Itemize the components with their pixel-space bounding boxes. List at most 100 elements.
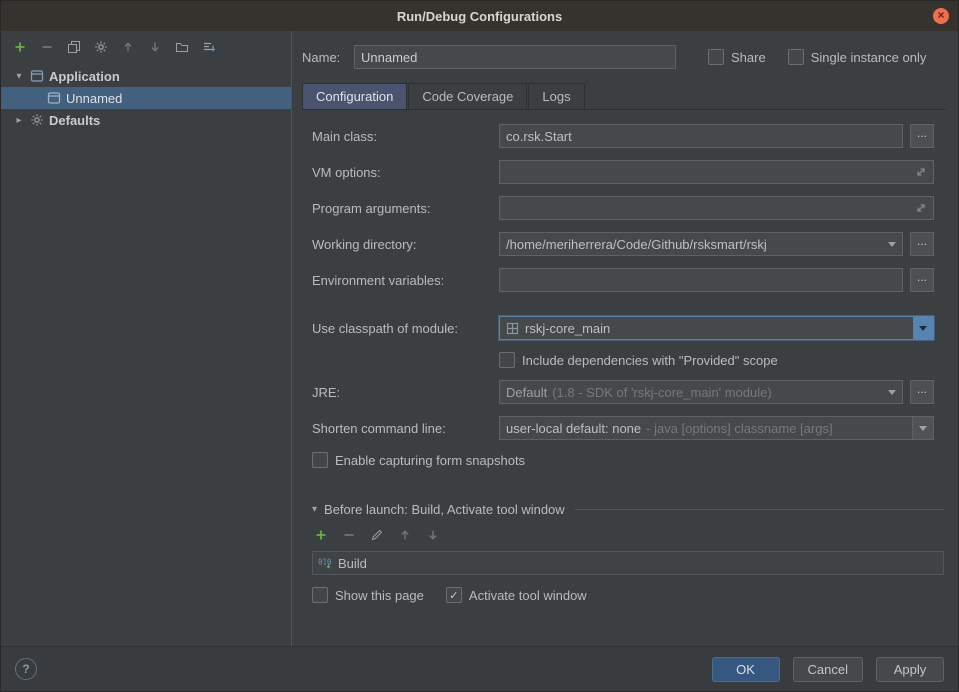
tree-item-defaults[interactable]: ▸ Defaults	[1, 109, 291, 131]
working-directory-label: Working directory:	[312, 237, 492, 252]
jre-browse-button[interactable]: ...	[910, 380, 934, 404]
separator-line	[575, 509, 944, 510]
move-task-up-button[interactable]	[396, 526, 414, 544]
close-button[interactable]: ×	[933, 8, 949, 24]
expand-field-button[interactable]	[915, 166, 927, 178]
tab-configuration[interactable]: Configuration	[302, 83, 407, 109]
main-class-value: co.rsk.Start	[506, 129, 896, 144]
remove-task-button[interactable]	[340, 526, 358, 544]
environment-variables-browse-button[interactable]: ...	[910, 268, 934, 292]
jre-combobox[interactable]: Default (1.8 - SDK of 'rskj-core_main' m…	[499, 380, 903, 404]
working-directory-value: /home/meriherrera/Code/Github/rsksmart/r…	[506, 237, 882, 252]
tree-item-unnamed[interactable]: Unnamed	[1, 87, 291, 109]
minus-icon	[40, 40, 54, 54]
run-debug-configurations-dialog: Run/Debug Configurations ×	[0, 0, 959, 692]
shorten-command-line-hint: - java [options] classname [args]	[646, 421, 912, 436]
folder-icon	[175, 40, 189, 54]
capture-snapshots-checkbox[interactable]	[312, 452, 328, 468]
single-instance-checkbox[interactable]	[788, 49, 804, 65]
application-icon	[47, 91, 61, 105]
configurations-tree: ▾ Application Unnamed ▸ Defaults	[1, 63, 291, 131]
shorten-command-line-combobox[interactable]: user-local default: none - java [options…	[499, 416, 934, 440]
minus-icon	[342, 528, 356, 542]
shorten-command-line-label: Shorten command line:	[312, 421, 492, 436]
sort-configurations-button[interactable]	[200, 38, 218, 56]
environment-variables-field[interactable]	[499, 268, 903, 292]
configuration-editor: Name: Share Single instance only Configu…	[292, 31, 958, 646]
include-provided-checkbox-group[interactable]: Include dependencies with "Provided" sco…	[499, 352, 934, 368]
share-label: Share	[731, 50, 766, 65]
tree-item-application[interactable]: ▾ Application	[1, 65, 291, 87]
collapse-arrow-icon[interactable]: ▸	[13, 115, 25, 126]
module-icon	[506, 322, 519, 335]
dropdown-arrow-icon	[888, 242, 896, 247]
main-class-browse-button[interactable]: ...	[910, 124, 934, 148]
activate-tool-window-checkbox-group[interactable]: Activate tool window	[446, 587, 587, 603]
copy-configuration-button[interactable]	[65, 38, 83, 56]
tab-logs[interactable]: Logs	[528, 83, 584, 109]
capture-snapshots-label: Enable capturing form snapshots	[335, 453, 525, 468]
cancel-button[interactable]: Cancel	[793, 657, 863, 682]
before-launch-options: Show this page Activate tool window	[312, 587, 944, 603]
plus-icon	[13, 40, 27, 54]
sidebar-toolbar	[1, 31, 291, 63]
working-directory-combobox[interactable]: /home/meriherrera/Code/Github/rsksmart/r…	[499, 232, 903, 256]
task-label[interactable]: Build	[338, 556, 367, 571]
application-icon	[30, 69, 44, 83]
share-checkbox[interactable]	[708, 49, 724, 65]
title-bar[interactable]: Run/Debug Configurations ×	[1, 1, 958, 31]
window-title: Run/Debug Configurations	[397, 9, 562, 24]
pencil-icon	[370, 528, 384, 542]
ok-button[interactable]: OK	[712, 657, 780, 682]
use-classpath-label: Use classpath of module:	[312, 321, 492, 336]
add-configuration-button[interactable]	[11, 38, 29, 56]
dropdown-arrow-icon	[919, 326, 927, 331]
expand-icon	[915, 166, 927, 178]
expand-field-button[interactable]	[915, 202, 927, 214]
main-class-field[interactable]: co.rsk.Start	[499, 124, 903, 148]
apply-button[interactable]: Apply	[876, 657, 944, 682]
jre-label: JRE:	[312, 385, 492, 400]
help-button[interactable]: ?	[15, 658, 37, 680]
working-directory-browse-button[interactable]: ...	[910, 232, 934, 256]
capture-snapshots-checkbox-group[interactable]: Enable capturing form snapshots	[312, 452, 934, 468]
show-this-page-checkbox[interactable]	[312, 587, 328, 603]
jre-value: Default	[506, 385, 547, 400]
tab-code-coverage[interactable]: Code Coverage	[408, 83, 527, 109]
include-provided-checkbox[interactable]	[499, 352, 515, 368]
main-class-label: Main class:	[312, 129, 492, 144]
working-directory-dropdown-button[interactable]	[882, 233, 902, 255]
remove-configuration-button[interactable]	[38, 38, 56, 56]
name-label: Name:	[302, 50, 354, 65]
add-task-button[interactable]	[312, 526, 330, 544]
tree-item-label: Application	[49, 69, 120, 84]
expand-icon	[915, 202, 927, 214]
share-checkbox-group[interactable]: Share	[708, 49, 766, 65]
vm-options-field[interactable]	[499, 160, 934, 184]
new-folder-button[interactable]	[173, 38, 191, 56]
activate-tool-window-checkbox[interactable]	[446, 587, 462, 603]
before-launch-title: Before launch: Build, Activate tool wind…	[324, 502, 565, 517]
use-classpath-combobox[interactable]: rskj-core_main	[499, 316, 934, 340]
shorten-command-line-dropdown-button[interactable]	[912, 417, 933, 439]
name-input[interactable]	[354, 45, 676, 69]
configuration-form: Main class: co.rsk.Start ... VM options:…	[302, 110, 946, 468]
before-launch-section: ▾ Before launch: Build, Activate tool wi…	[302, 502, 946, 603]
edit-defaults-button[interactable]	[92, 38, 110, 56]
use-classpath-dropdown-button[interactable]	[913, 317, 933, 339]
move-up-button[interactable]	[119, 38, 137, 56]
sort-icon	[202, 40, 216, 54]
program-arguments-field[interactable]	[499, 196, 934, 220]
jre-dropdown-button[interactable]	[882, 381, 902, 403]
show-this-page-checkbox-group[interactable]: Show this page	[312, 587, 424, 603]
move-down-button[interactable]	[146, 38, 164, 56]
move-task-down-button[interactable]	[424, 526, 442, 544]
edit-task-button[interactable]	[368, 526, 386, 544]
defaults-gear-icon	[30, 113, 44, 127]
svg-text:010: 010	[318, 558, 332, 567]
section-expand-arrow-icon[interactable]: ▾	[312, 504, 317, 515]
before-launch-header[interactable]: ▾ Before launch: Build, Activate tool wi…	[312, 502, 944, 517]
shorten-command-line-value: user-local default: none	[506, 421, 641, 436]
single-instance-checkbox-group[interactable]: Single instance only	[788, 49, 927, 65]
expand-arrow-icon[interactable]: ▾	[13, 71, 25, 82]
